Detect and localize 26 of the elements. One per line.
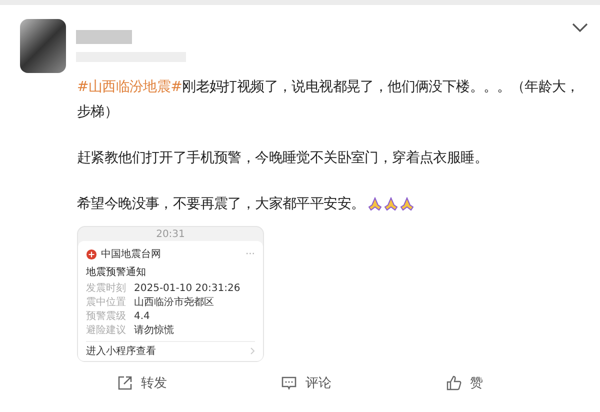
post-paragraph: 赶紧教他们打开了手机预警，今晚睡觉不关卧室门，穿着点衣服睡。: [77, 149, 490, 168]
notification-title: 地震预警通知: [86, 266, 147, 280]
field-label: 预警震级: [86, 311, 126, 323]
share-button[interactable]: 转发: [113, 372, 172, 394]
blurred-username: [76, 30, 132, 44]
comment-button[interactable]: 评论: [277, 372, 336, 394]
field-label: 震中位置: [86, 297, 126, 309]
like-button[interactable]: 赞: [442, 372, 487, 394]
chevron-right-icon: [250, 346, 255, 354]
avatar-placeholder: [20, 19, 66, 73]
post-paragraph: #山西临汾地震#刚老妈打视频了，说电视都晃了，他们俩没下楼。。。（年龄大，步梯）: [77, 78, 580, 122]
app-logo-icon: [86, 248, 97, 260]
status-time: 20:31: [155, 228, 186, 241]
field-label: 避险建议: [86, 325, 126, 337]
share-icon: [117, 375, 134, 391]
field-value: 4.4: [134, 311, 150, 323]
field-value: 山西临汾市尧都区: [134, 297, 214, 309]
post-paragraph: 希望今晚没事，不要再震了，大家都平平安安。: [77, 192, 580, 217]
chevron-down-icon[interactable]: [572, 23, 588, 33]
field-label: 发震时刻: [86, 283, 126, 295]
app-name: 中国地震台网: [101, 248, 162, 261]
field-value: 请勿惊慌: [134, 325, 174, 337]
thumbs-up-icon: [446, 375, 462, 391]
mini-program-link[interactable]: 进入小程序查看: [86, 344, 156, 358]
field-value: 2025-01-10 20:31:26: [134, 283, 240, 295]
comment-icon: [281, 375, 298, 391]
